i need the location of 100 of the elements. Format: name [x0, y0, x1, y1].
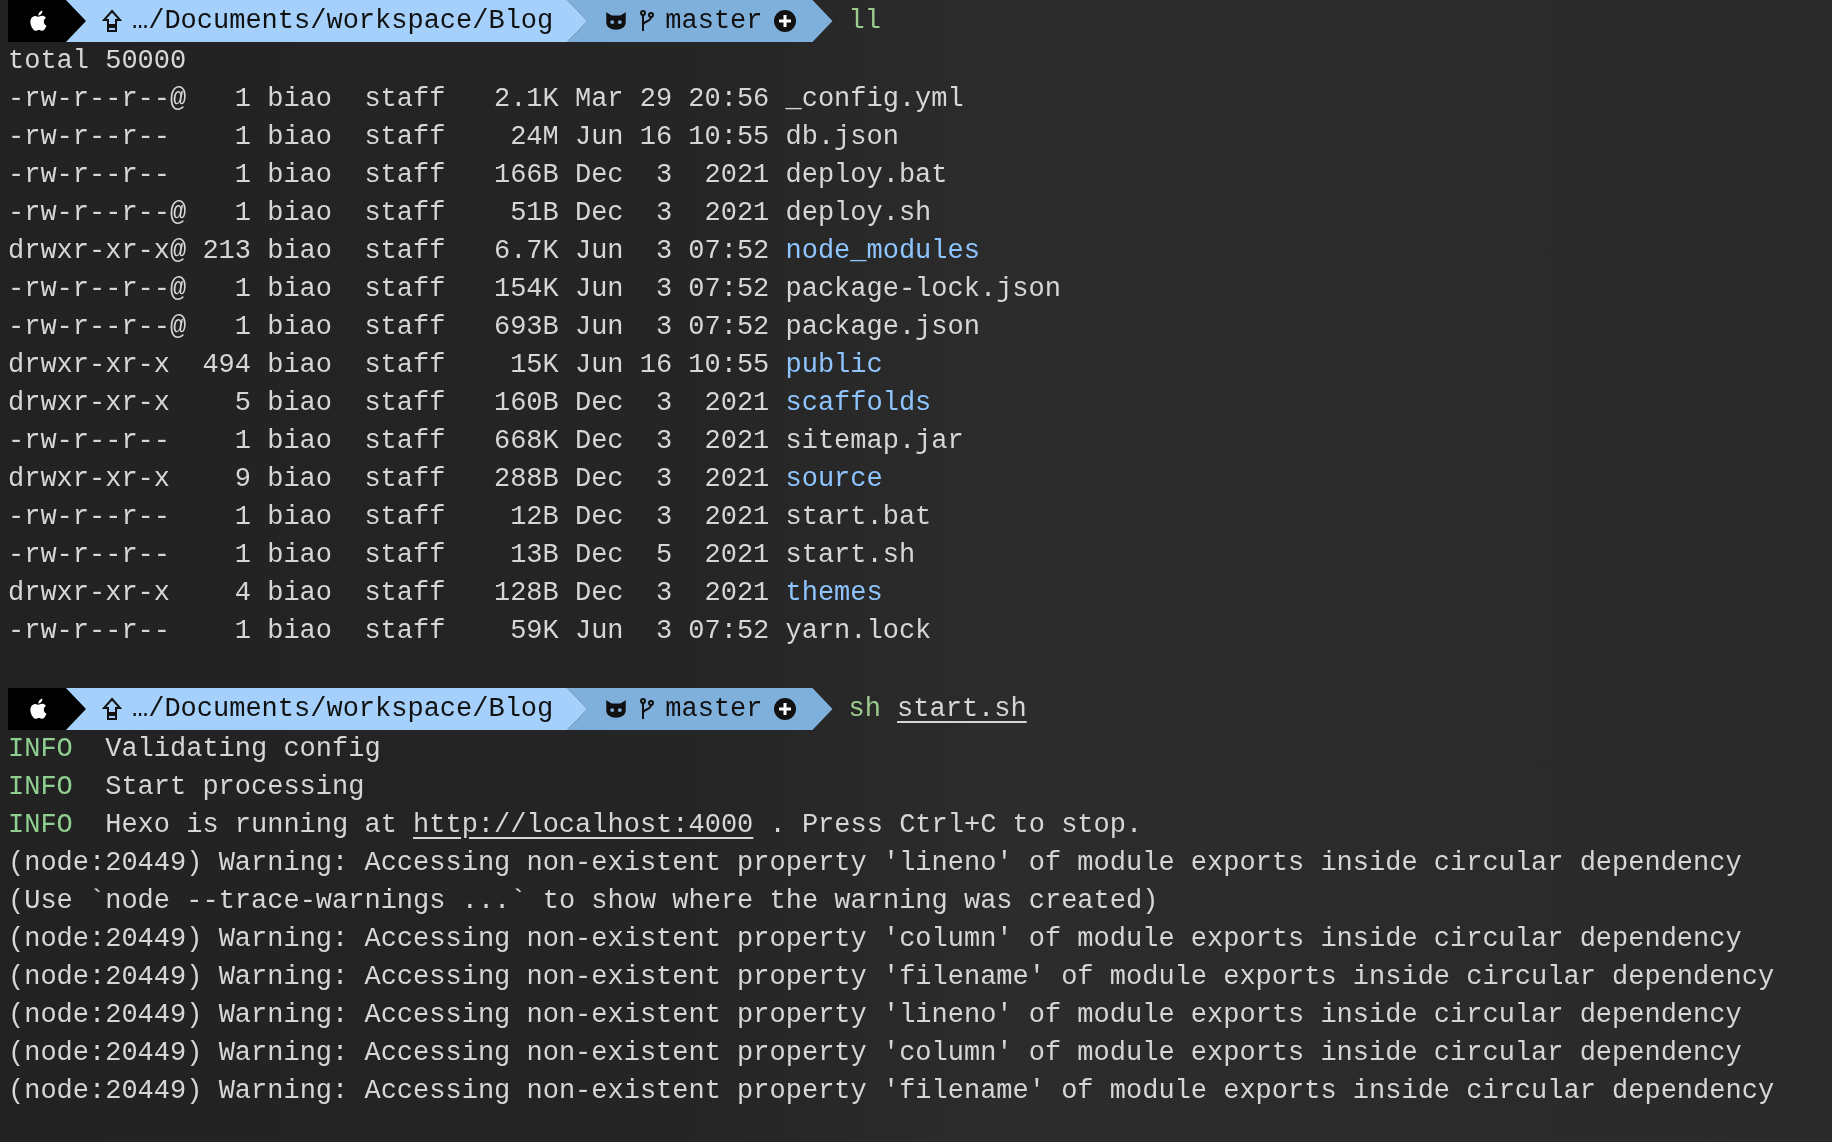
file-day: 3 — [639, 194, 673, 232]
command-argument: start.sh — [897, 694, 1027, 724]
log-message: (Use `node --trace-warnings ...` to show where the warning was created) — [8, 885, 1159, 918]
prompt-branch: master — [665, 6, 763, 36]
file-group: staff — [364, 574, 462, 612]
file-name: package-lock.json — [785, 273, 1061, 306]
file-owner: biao — [267, 463, 333, 496]
link-count: 4 — [233, 577, 251, 610]
file-size: 2.1K — [492, 83, 559, 116]
file-month: Jun — [574, 615, 624, 648]
file-day: 3 — [639, 232, 673, 270]
file-size: 668K — [492, 425, 559, 458]
prompt-path: …/Documents/workspace/Blog — [132, 694, 554, 724]
link-count: 1 — [233, 425, 251, 458]
file-day: 29 — [639, 80, 673, 118]
file-month: Dec — [574, 577, 624, 610]
link-count: 1 — [233, 501, 251, 534]
file-time: 07:52 — [688, 615, 770, 648]
file-group: staff — [364, 156, 462, 194]
file-owner: biao — [267, 235, 333, 268]
log-level: INFO — [8, 771, 73, 804]
link-count: 1 — [233, 159, 251, 192]
file-time: 2021 — [703, 159, 770, 192]
file-group: staff — [364, 612, 462, 650]
file-time: 10:55 — [688, 121, 770, 154]
file-size: 154K — [492, 273, 559, 306]
file-size: 15K — [509, 349, 559, 382]
prompt-branch: master — [665, 694, 763, 724]
file-group: staff — [364, 422, 462, 460]
file-name: _config.yml — [785, 83, 964, 116]
file-time: 2021 — [703, 463, 770, 496]
file-time: 2021 — [703, 539, 770, 572]
file-month: Jun — [574, 349, 624, 382]
file-permissions: drwxr-xr-x — [8, 577, 172, 610]
file-time: 10:55 — [688, 349, 770, 382]
file-month: Jun — [574, 235, 624, 268]
link-count: 1 — [233, 539, 251, 572]
home-arrow-icon — [102, 8, 122, 34]
file-permissions: -rw-r--r-- — [8, 159, 172, 192]
file-day: 3 — [639, 156, 673, 194]
directory-name: source — [785, 463, 883, 496]
link-count: 213 — [202, 235, 251, 268]
file-owner: biao — [267, 273, 333, 306]
command-name: sh — [848, 694, 881, 724]
file-size: 288B — [492, 463, 559, 496]
log-message: (node:20449) Warning: Accessing non-existent property 'column' of module exports inside circular dependency — [8, 923, 1742, 956]
file-day: 3 — [639, 422, 673, 460]
file-group: staff — [364, 498, 462, 536]
link-count: 9 — [233, 463, 251, 496]
plus-circle-icon — [772, 9, 797, 33]
url-link[interactable]: http://localhost:4000 — [413, 810, 754, 840]
log-level: INFO — [8, 733, 73, 766]
file-group: staff — [364, 80, 462, 118]
file-size: 166B — [492, 159, 559, 192]
log-message: (node:20449) Warning: Accessing non-existent property 'lineno' of module exports inside circular dependency — [8, 847, 1742, 880]
file-owner: biao — [267, 159, 333, 192]
file-owner: biao — [267, 121, 333, 154]
file-name: yarn.lock — [785, 615, 932, 648]
link-count: 1 — [233, 615, 251, 648]
file-time: 07:52 — [688, 235, 770, 268]
file-month: Dec — [574, 159, 624, 192]
file-permissions: -rw-r--r--@ — [8, 311, 187, 344]
file-size: 59K — [509, 615, 559, 648]
file-time: 2021 — [703, 501, 770, 534]
command-name: ll — [848, 6, 881, 36]
file-month: Dec — [574, 387, 624, 420]
file-day: 3 — [639, 498, 673, 536]
file-month: Jun — [574, 121, 624, 154]
file-owner: biao — [267, 349, 333, 382]
file-group: staff — [364, 384, 462, 422]
file-month: Dec — [574, 501, 624, 534]
file-size: 13B — [509, 539, 559, 572]
file-owner: biao — [267, 83, 333, 116]
file-time: 07:52 — [688, 311, 770, 344]
directory-name: scaffolds — [785, 387, 932, 420]
file-size: 51B — [509, 197, 559, 230]
file-name: package.json — [785, 311, 980, 344]
file-group: staff — [364, 118, 462, 156]
file-time: 2021 — [703, 387, 770, 420]
file-owner: biao — [267, 197, 333, 230]
file-size: 693B — [492, 311, 559, 344]
link-count: 1 — [233, 83, 251, 116]
log-message: Hexo is running at http://localhost:4000 . Press Ctrl+C to stop. — [105, 809, 1143, 842]
file-name: sitemap.jar — [785, 425, 964, 458]
directory-name: public — [785, 349, 883, 382]
log-message: (node:20449) Warning: Accessing non-existent property 'filename' of module exports inside circular dependency — [8, 961, 1775, 994]
file-group: staff — [364, 536, 462, 574]
file-time: 2021 — [703, 577, 770, 610]
file-group: staff — [364, 346, 462, 384]
home-arrow-icon — [102, 696, 122, 722]
log-message: Validating config — [105, 733, 381, 766]
log-message: Start processing — [105, 771, 365, 804]
file-day: 3 — [639, 308, 673, 346]
link-count: 1 — [233, 197, 251, 230]
file-day: 5 — [639, 536, 673, 574]
file-owner: biao — [267, 577, 333, 610]
file-day: 3 — [639, 270, 673, 308]
file-name: deploy.bat — [785, 159, 948, 192]
log-message: (node:20449) Warning: Accessing non-existent property 'lineno' of module exports inside circular dependency — [8, 999, 1742, 1032]
file-name: start.sh — [785, 539, 916, 572]
